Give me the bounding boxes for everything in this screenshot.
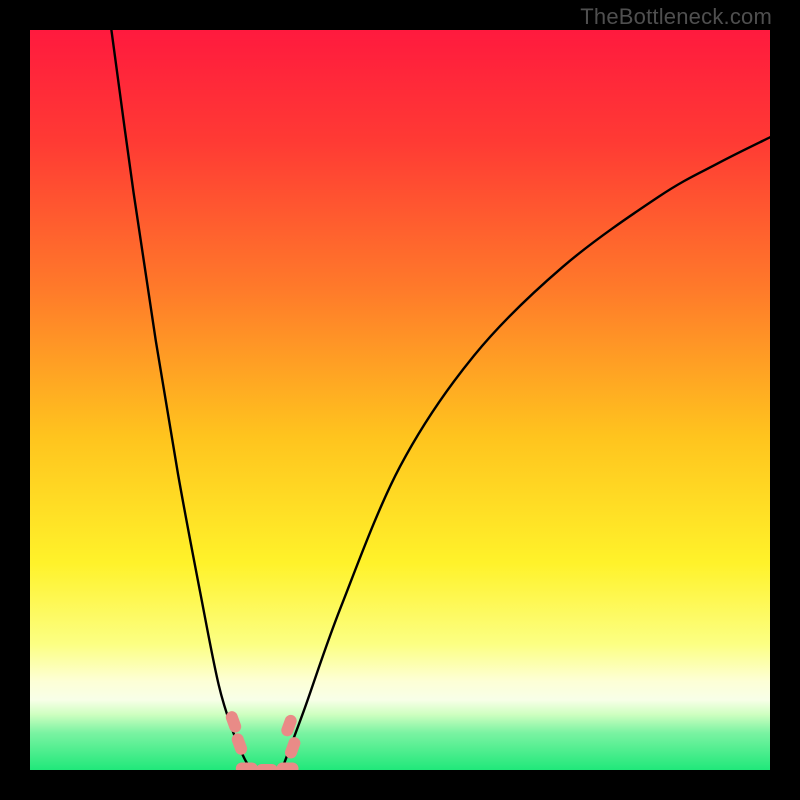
marker-bottom-right: [277, 763, 299, 770]
chart-frame: { "watermark": "TheBottleneck.com", "col…: [0, 0, 800, 800]
data-markers: [224, 710, 302, 770]
marker-bottom-mid: [256, 764, 278, 770]
left-curve: [111, 30, 252, 770]
right-curve: [282, 137, 770, 770]
curves-layer: [30, 30, 770, 770]
plot-area: [30, 30, 770, 770]
marker-left-pair-lower: [230, 732, 249, 757]
watermark-text: TheBottleneck.com: [580, 4, 772, 30]
marker-bottom-left: [236, 763, 258, 770]
